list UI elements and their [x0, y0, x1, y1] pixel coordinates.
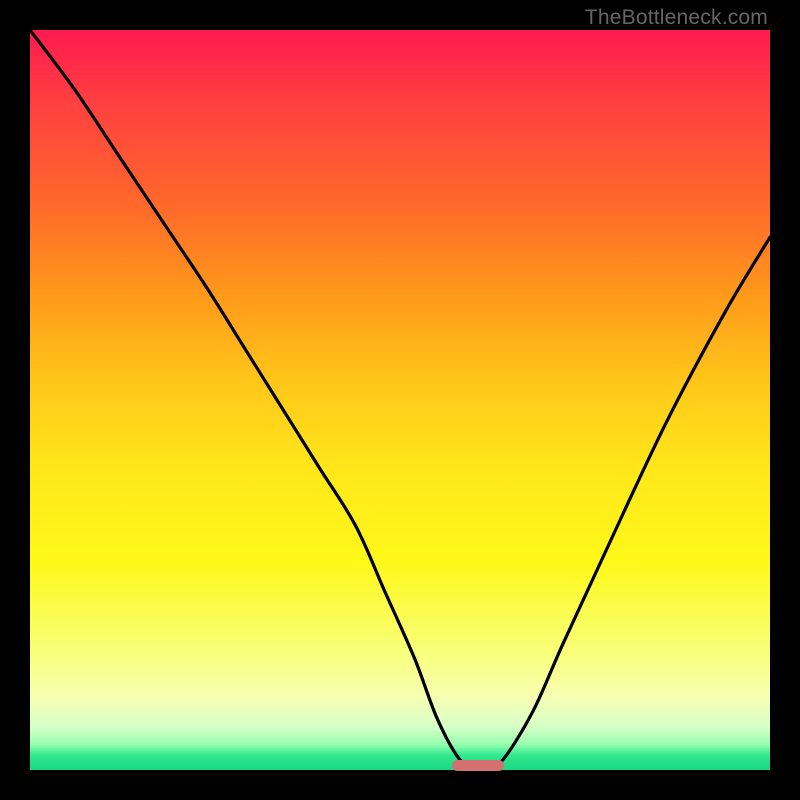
attribution-text: TheBottleneck.com — [585, 6, 768, 30]
chart-frame: TheBottleneck.com — [0, 0, 800, 800]
plot-area — [30, 30, 770, 770]
bottleneck-curve — [30, 30, 770, 770]
optimal-range-marker — [452, 760, 504, 771]
